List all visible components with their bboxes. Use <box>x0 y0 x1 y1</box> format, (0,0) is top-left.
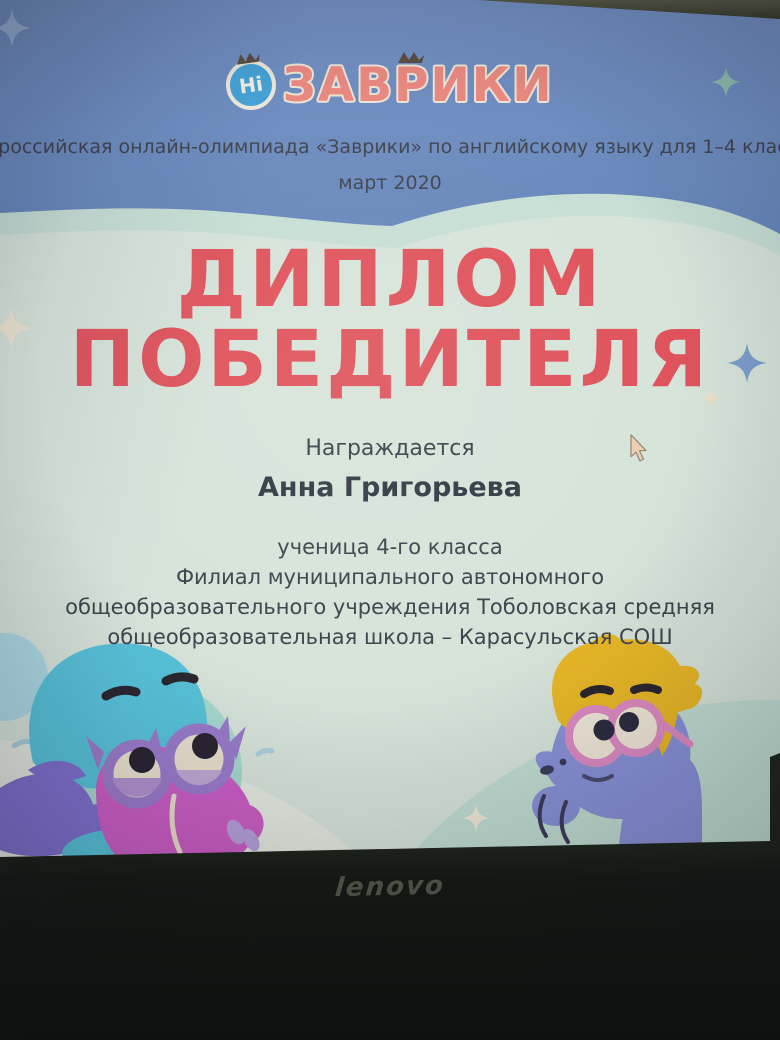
dino-pupil <box>619 712 639 732</box>
detail-line: Филиал муниципального автономного <box>0 562 780 592</box>
crown-icon <box>398 52 424 63</box>
certificate-illustration <box>0 0 780 860</box>
photo-of-laptop-screen: Hi ЗАВРИКИ Всероссийская онлайн-олимпиад… <box>0 0 780 1040</box>
logo-hi-label: Hi <box>238 71 265 98</box>
arrow-cursor-icon <box>627 434 649 462</box>
pink-owl-pupil <box>129 747 155 773</box>
crown-icon <box>236 52 261 65</box>
detail-line: ученица 4-го класса <box>0 532 780 562</box>
recipient-details: ученица 4-го класса Филиал муниципальног… <box>0 532 780 652</box>
diploma-title-line1: ДИПЛОМ <box>0 240 780 320</box>
olympiad-date: март 2020 <box>0 172 780 194</box>
dino-nostril <box>560 759 567 766</box>
lenovo-logo: lenovo <box>299 870 482 904</box>
hi-circle-badge-icon: Hi <box>223 57 279 113</box>
detail-line: общеобразовательная школа – Карасульская… <box>0 622 780 652</box>
olympiad-subtitle: Всероссийская онлайн-олимпиада «Заврики»… <box>0 136 780 158</box>
diploma-title-line2: ПОБЕДИТЕЛЯ <box>0 320 780 400</box>
pink-owl-pupil <box>192 733 218 759</box>
award-label: Награждается <box>0 436 780 461</box>
recipient-name: Анна Григорьева <box>0 472 780 503</box>
dino-pupil <box>594 720 615 741</box>
detail-line: общеобразовательного учреждения Тоболовс… <box>0 592 780 622</box>
zavriki-logo: Hi ЗАВРИКИ <box>0 50 780 120</box>
diploma-title: ДИПЛОМ ПОБЕДИТЕЛЯ <box>0 240 780 400</box>
logo-brand-text: ЗАВРИКИ <box>282 58 553 113</box>
